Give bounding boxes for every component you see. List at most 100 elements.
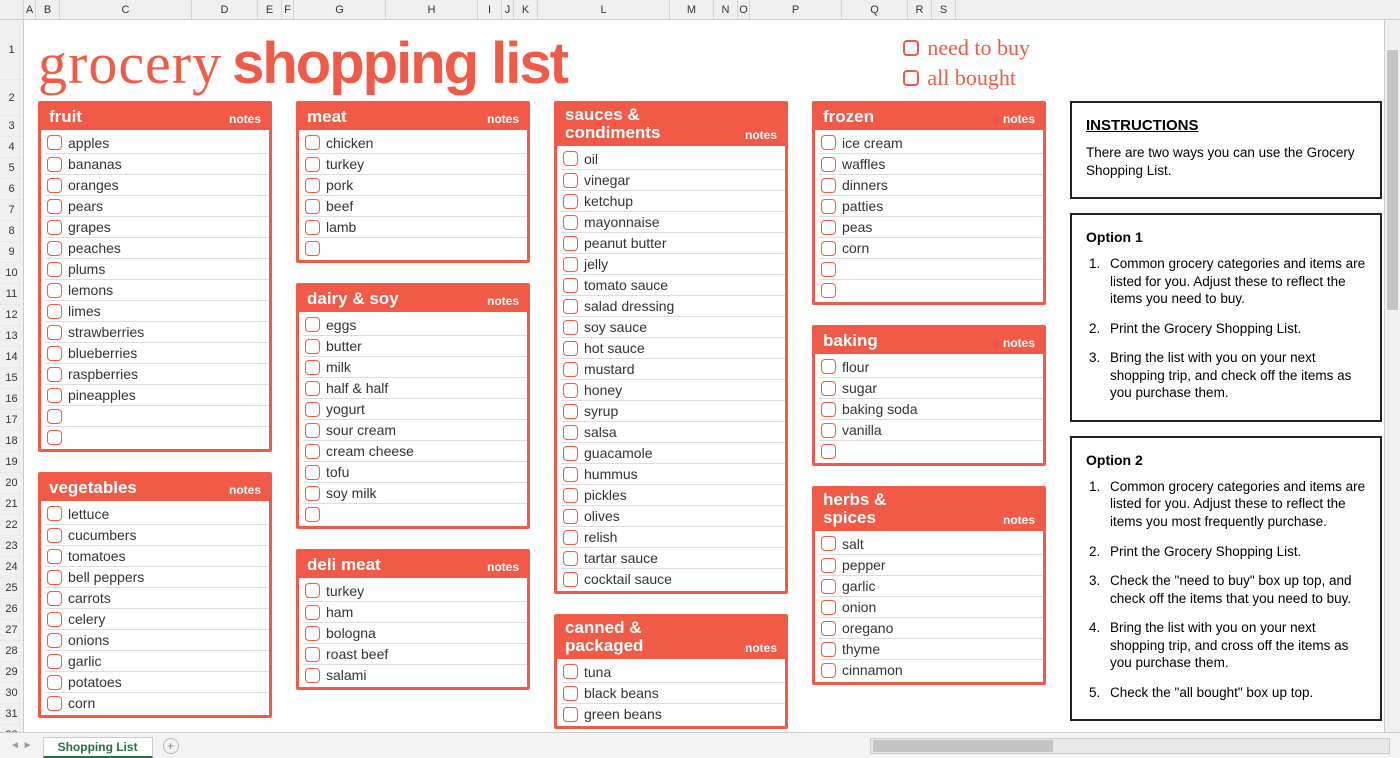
list-item[interactable]: half & half	[303, 377, 527, 398]
list-item[interactable]: garlic	[819, 575, 1043, 596]
row-header-22[interactable]: 22	[0, 515, 23, 536]
checkbox-icon[interactable]	[563, 362, 578, 377]
row-header-28[interactable]: 28	[0, 641, 23, 662]
checkbox-icon[interactable]	[47, 283, 62, 298]
checkbox-icon[interactable]	[821, 444, 836, 459]
row-header-17[interactable]: 17	[0, 410, 23, 431]
checkbox-icon[interactable]	[47, 570, 62, 585]
row-header-21[interactable]: 21	[0, 494, 23, 515]
checkbox-allbought[interactable]	[903, 70, 919, 86]
col-header-K[interactable]: K	[514, 0, 538, 19]
list-item[interactable]: relish	[561, 526, 785, 547]
checkbox-needtobuy[interactable]	[903, 40, 919, 56]
checkbox-icon[interactable]	[47, 178, 62, 193]
vertical-scrollbar[interactable]	[1384, 20, 1400, 732]
checkbox-icon[interactable]	[305, 220, 320, 235]
list-item[interactable]: pepper	[819, 554, 1043, 575]
checkbox-icon[interactable]	[563, 236, 578, 251]
list-item[interactable]	[819, 279, 1043, 300]
checkbox-icon[interactable]	[47, 199, 62, 214]
checkbox-icon[interactable]	[821, 157, 836, 172]
list-item[interactable]: lamb	[303, 216, 527, 237]
list-item[interactable]: hot sauce	[561, 337, 785, 358]
list-item[interactable]: celery	[45, 608, 269, 629]
checkbox-icon[interactable]	[563, 509, 578, 524]
row-header-15[interactable]: 15	[0, 368, 23, 389]
checkbox-icon[interactable]	[821, 423, 836, 438]
list-item[interactable]: peas	[819, 216, 1043, 237]
list-item[interactable]: sour cream	[303, 419, 527, 440]
checkbox-icon[interactable]	[47, 654, 62, 669]
list-item[interactable]: turkey	[303, 153, 527, 174]
list-item[interactable]: pineapples	[45, 384, 269, 405]
horizontal-scrollbar[interactable]	[870, 738, 1390, 754]
checkbox-icon[interactable]	[563, 194, 578, 209]
col-header-C[interactable]: C	[60, 0, 192, 19]
list-item[interactable]	[45, 405, 269, 426]
list-item[interactable]: carrots	[45, 587, 269, 608]
list-item[interactable]: honey	[561, 379, 785, 400]
list-item[interactable]: dinners	[819, 174, 1043, 195]
tab-nav-arrows[interactable]: ◄ ►	[10, 740, 33, 751]
row-header-25[interactable]: 25	[0, 578, 23, 599]
list-item[interactable]: syrup	[561, 400, 785, 421]
col-header-L[interactable]: L	[538, 0, 670, 19]
checkbox-icon[interactable]	[305, 423, 320, 438]
list-item[interactable]: guacamole	[561, 442, 785, 463]
col-header-F[interactable]: F	[282, 0, 294, 19]
checkbox-icon[interactable]	[47, 367, 62, 382]
row-header-23[interactable]: 23	[0, 536, 23, 557]
checkbox-icon[interactable]	[563, 383, 578, 398]
list-item[interactable]: pears	[45, 195, 269, 216]
checkbox-icon[interactable]	[47, 612, 62, 627]
list-item[interactable]: jelly	[561, 253, 785, 274]
list-item[interactable]: soy milk	[303, 482, 527, 503]
checkbox-icon[interactable]	[305, 135, 320, 150]
checkbox-icon[interactable]	[305, 241, 320, 256]
checkbox-icon[interactable]	[47, 157, 62, 172]
list-item[interactable]: cucumbers	[45, 524, 269, 545]
row-header-8[interactable]: 8	[0, 221, 23, 242]
checkbox-icon[interactable]	[821, 381, 836, 396]
checkbox-icon[interactable]	[821, 663, 836, 678]
checkbox-icon[interactable]	[563, 257, 578, 272]
checkbox-icon[interactable]	[47, 591, 62, 606]
list-item[interactable]	[303, 237, 527, 258]
row-header-18[interactable]: 18	[0, 431, 23, 452]
col-header-D[interactable]: D	[192, 0, 258, 19]
col-header-O[interactable]: O	[738, 0, 750, 19]
list-item[interactable]: blueberries	[45, 342, 269, 363]
list-item[interactable]	[819, 258, 1043, 279]
list-item[interactable]: bologna	[303, 622, 527, 643]
row-header-24[interactable]: 24	[0, 557, 23, 578]
checkbox-icon[interactable]	[563, 530, 578, 545]
checkbox-icon[interactable]	[821, 558, 836, 573]
list-item[interactable]: tomato sauce	[561, 274, 785, 295]
checkbox-icon[interactable]	[305, 360, 320, 375]
row-header-19[interactable]: 19	[0, 452, 23, 473]
list-item[interactable]: hummus	[561, 463, 785, 484]
checkbox-icon[interactable]	[47, 220, 62, 235]
checkbox-icon[interactable]	[47, 409, 62, 424]
col-header-M[interactable]: M	[670, 0, 714, 19]
col-header-A[interactable]: A	[24, 0, 36, 19]
col-header-Q[interactable]: Q	[842, 0, 908, 19]
list-item[interactable]: plums	[45, 258, 269, 279]
row-header-5[interactable]: 5	[0, 158, 23, 179]
list-item[interactable]: mayonnaise	[561, 211, 785, 232]
list-item[interactable]: ham	[303, 601, 527, 622]
checkbox-icon[interactable]	[563, 215, 578, 230]
col-header-H[interactable]: H	[386, 0, 478, 19]
col-header-B[interactable]: B	[36, 0, 60, 19]
list-item[interactable]: ketchup	[561, 190, 785, 211]
row-header-3[interactable]: 3	[0, 116, 23, 137]
checkbox-icon[interactable]	[563, 572, 578, 587]
checkbox-icon[interactable]	[305, 199, 320, 214]
col-header-E[interactable]: E	[258, 0, 282, 19]
list-item[interactable]	[303, 503, 527, 524]
list-item[interactable]: turkey	[303, 580, 527, 601]
checkbox-icon[interactable]	[563, 151, 578, 166]
list-item[interactable]: tuna	[561, 661, 785, 682]
col-header-S[interactable]: S	[932, 0, 956, 19]
row-header-1[interactable]: 1	[0, 20, 23, 80]
